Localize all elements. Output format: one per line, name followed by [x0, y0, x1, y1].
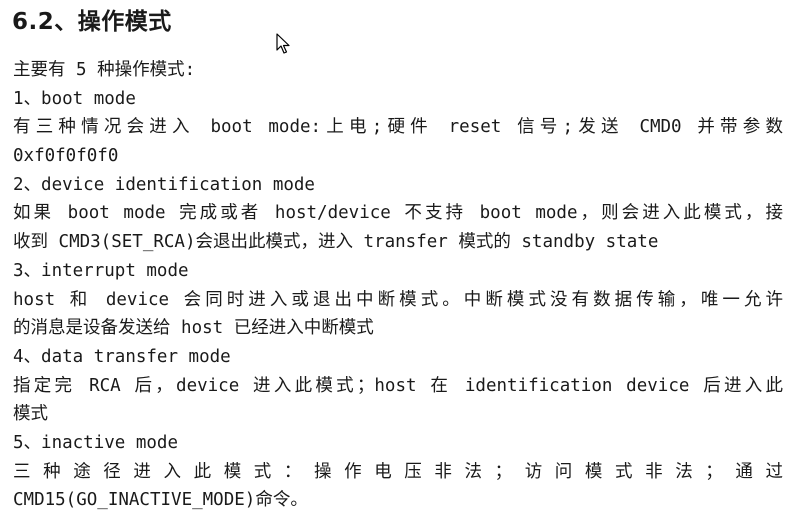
paragraph-line: 收到 CMD3(SET_RCA)会退出此模式，进入 transfer 模式的 s… [13, 232, 659, 253]
paragraph-line: 如果 boot mode 完成或者 host/device 不支持 boot m… [13, 203, 783, 224]
document-body: 主要有 5 种操作模式: 1、boot mode 有三种情况会进入 boot m… [13, 56, 788, 515]
mode-heading-interrupt: 3、interrupt mode [13, 260, 189, 281]
paragraph-line: 三种途径进入此模式：操作电压非法；访问模式非法；通过 [13, 461, 783, 482]
paragraph-line: 指定完 RCA 后，device 进入此模式；host 在 identifica… [13, 375, 783, 396]
paragraph-line: 的消息是设备发送给 host 已经进入中断模式 [13, 318, 374, 339]
paragraph-line: 模式 [13, 404, 48, 425]
mode-heading-inactive: 5、inactive mode [13, 432, 179, 453]
section-heading: 6.2、操作模式 [12, 9, 172, 35]
intro-line: 主要有 5 种操作模式: [13, 60, 196, 80]
paragraph-line: 有三种情况会进入 boot mode:上电;硬件 reset 信号;发送 CMD… [13, 117, 783, 138]
paragraph-line: host 和 device 会同时进入或退出中断模式。中断模式没有数据传输，唯一… [13, 289, 783, 310]
document-page: 6.2、操作模式 主要有 5 种操作模式: 1、boot mode 有三种情况会… [0, 0, 793, 524]
paragraph-line: 0xf0f0f0f0 [13, 146, 119, 167]
mode-heading-boot: 1、boot mode [13, 88, 136, 109]
mode-heading-data-transfer: 4、data transfer mode [13, 346, 231, 367]
paragraph-line: CMD15(GO_INACTIVE_MODE)命令。 [13, 490, 308, 511]
mode-heading-identification: 2、device identification mode [13, 174, 315, 195]
mouse-pointer-icon [276, 33, 290, 54]
